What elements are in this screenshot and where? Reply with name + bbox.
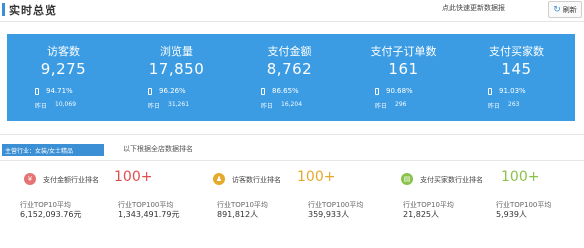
rank-title: 支付金额行业排名 (43, 176, 99, 184)
visitor-icon: ♟ (213, 173, 225, 185)
yesterday-value: 16,204 (281, 101, 303, 108)
stat-buyers[interactable]: 支付买家数 145 91.03% 昨日 263 (460, 34, 573, 121)
stat-yesterday: 昨日 31,261 (148, 101, 189, 110)
yesterday-label: 昨日 (35, 103, 48, 110)
refresh-icon: ↻ (553, 4, 561, 15)
rank-top100-value: 359,933人 (308, 210, 350, 219)
rank-top10-value: 6,152,093.76元 (20, 210, 82, 219)
stat-label: 浏览量 (160, 45, 193, 58)
money-icon: ¥ (24, 173, 36, 185)
buyer-icon: ▤ (401, 173, 413, 185)
divider (0, 160, 584, 161)
mobile-icon (261, 87, 265, 95)
stat-payment-amount[interactable]: 支付金额 8,762 86.65% 昨日 16,204 (233, 34, 346, 121)
header-bar: 实时总览 点此快速更新数据报 ↻ 刷新 (0, 0, 584, 22)
stat-label: 支付子订单数 (370, 45, 437, 58)
stat-mobile-share: 91.03% (488, 87, 526, 95)
stat-value: 9,275 (40, 60, 87, 78)
yesterday-label: 昨日 (148, 103, 161, 110)
stat-label: 访客数 (47, 45, 80, 58)
stat-value: 8,762 (266, 60, 313, 78)
rank-title: 支付买家数行业排名 (420, 176, 483, 184)
stat-yesterday: 昨日 296 (375, 101, 406, 110)
refresh-button[interactable]: ↻ 刷新 (548, 1, 582, 18)
stat-label: 支付买家数 (489, 45, 544, 58)
rank-top100-value: 1,343,491.79元 (118, 210, 180, 219)
refresh-hint: 点此快速更新数据报 (442, 4, 505, 12)
mobile-icon (488, 87, 492, 95)
stat-yesterday: 昨日 263 (488, 101, 519, 110)
yesterday-value: 31,261 (168, 101, 190, 108)
refresh-label: 刷新 (562, 5, 577, 14)
mobile-icon (148, 87, 152, 95)
title-accent-bar (2, 3, 5, 16)
industry-tab[interactable]: 主营行业：女装/女士精品 (2, 144, 104, 156)
stat-value: 145 (501, 60, 532, 78)
yesterday-label: 昨日 (261, 103, 274, 110)
stat-mobile-share: 94.71% (35, 87, 73, 95)
rank-top100-value: 5,939人 (496, 210, 527, 219)
stat-label: 支付金额 (267, 45, 312, 58)
stat-mobile-share: 86.65% (261, 87, 299, 95)
stat-pct: 86.65% (272, 87, 299, 95)
yesterday-value: 10,069 (55, 101, 77, 108)
yesterday-value: 296 (395, 101, 407, 108)
realtime-stats-panel: 访客数 9,275 94.71% 昨日 10,069 浏览量 17,850 96… (7, 34, 575, 121)
yesterday-label: 昨日 (375, 103, 388, 110)
rank-visitors: ♟ 访客数行业排名 100+ 行业TOP10平均 891,812人 行业TOP1… (213, 169, 403, 245)
mobile-icon (375, 87, 379, 95)
yesterday-value: 263 (508, 101, 520, 108)
stat-pct: 94.71% (46, 87, 73, 95)
industry-ranking-section: 主营行业：女装/女士精品 以下根据全店数据排名 ¥ 支付金额行业排名 100+ … (0, 134, 584, 248)
page-title: 实时总览 (9, 4, 57, 17)
rank-badge: 100+ (297, 169, 336, 185)
stat-pct: 96.26% (159, 87, 186, 95)
stat-pageviews[interactable]: 浏览量 17,850 96.26% 昨日 31,261 (120, 34, 233, 121)
stat-mobile-share: 90.68% (375, 87, 413, 95)
stat-yesterday: 昨日 10,069 (35, 101, 76, 110)
yesterday-label: 昨日 (488, 103, 501, 110)
stat-value: 17,850 (148, 60, 205, 78)
mobile-icon (35, 87, 39, 95)
stat-pct: 90.68% (386, 87, 413, 95)
stat-pct: 91.03% (499, 87, 526, 95)
rank-top10-value: 891,812人 (217, 210, 259, 219)
stat-value: 161 (388, 60, 419, 78)
stat-yesterday: 昨日 16,204 (261, 101, 302, 110)
stat-mobile-share: 96.26% (148, 87, 186, 95)
rank-title: 访客数行业排名 (232, 176, 281, 184)
stat-visitors[interactable]: 访客数 9,275 94.71% 昨日 10,069 (7, 34, 120, 121)
rank-payment-amount: ¥ 支付金额行业排名 100+ 行业TOP10平均 6,152,093.76元 … (20, 169, 214, 245)
rank-buyers: ▤ 支付买家数行业排名 100+ 行业TOP10平均 21,825人 行业TOP… (401, 169, 584, 245)
stat-sub-orders[interactable]: 支付子订单数 161 90.68% 昨日 296 (347, 34, 460, 121)
rank-badge: 100+ (501, 169, 540, 185)
rank-top10-value: 21,825人 (403, 210, 439, 219)
rank-badge: 100+ (114, 169, 153, 185)
industry-note: 以下根据全店数据排名 (123, 145, 193, 153)
